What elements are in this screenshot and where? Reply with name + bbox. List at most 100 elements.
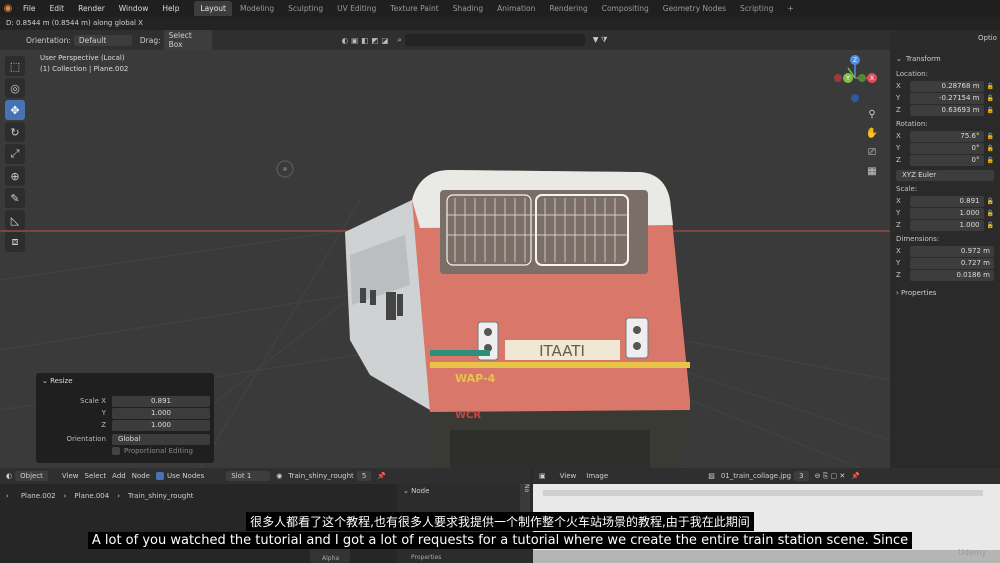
rotation-mode-dropdown[interactable]: XYZ Euler bbox=[896, 169, 994, 181]
tab-animation[interactable]: Animation bbox=[491, 1, 541, 16]
menu-help[interactable]: Help bbox=[155, 0, 186, 17]
tab-shading[interactable]: Shading bbox=[447, 1, 489, 16]
collapse-chevron-icon: ⌄ bbox=[403, 487, 409, 495]
scale-row: Y 1.000 🔓 bbox=[896, 207, 994, 219]
menu-select[interactable]: Select bbox=[85, 472, 107, 480]
tab-sculpting[interactable]: Sculpting bbox=[282, 1, 329, 16]
camera-icon[interactable]: ⎚ bbox=[862, 143, 882, 162]
tab-texture-paint[interactable]: Texture Paint bbox=[384, 1, 444, 16]
select-box-tool-icon[interactable]: ⬚ bbox=[5, 56, 25, 76]
transform-tool-icon[interactable]: ⊕ bbox=[5, 166, 25, 186]
lock-icon[interactable]: 🔓 bbox=[987, 107, 994, 114]
dimensions-value-field[interactable]: 0.972 m bbox=[910, 245, 994, 257]
tab-layout[interactable]: Layout bbox=[194, 1, 232, 16]
orientation-label: Orientation: bbox=[26, 35, 71, 45]
menu-add[interactable]: Add bbox=[112, 472, 126, 480]
resize-header[interactable]: ⌄ Resize bbox=[36, 373, 214, 389]
menu-render[interactable]: Render bbox=[71, 0, 112, 17]
rotation-value-field[interactable]: 0° bbox=[910, 142, 984, 154]
lock-icon[interactable]: 🔓 bbox=[987, 133, 994, 140]
editor-type-icon[interactable]: ◐ bbox=[6, 472, 12, 480]
pan-hand-icon[interactable]: ✋ bbox=[862, 124, 882, 143]
search-icon[interactable]: ⌕ bbox=[398, 35, 402, 45]
pin-icon[interactable]: 📌 bbox=[851, 472, 860, 480]
scale-value-field[interactable]: 1.000 bbox=[910, 219, 984, 231]
editor-type-icon[interactable]: ▣ bbox=[539, 472, 546, 480]
lock-icon[interactable]: 🔓 bbox=[987, 210, 994, 217]
filter-icon[interactable]: ▼ ⧩ bbox=[593, 35, 608, 45]
lock-icon[interactable]: 🔓 bbox=[987, 222, 994, 229]
dimensions-value-field[interactable]: 0.727 m bbox=[910, 257, 994, 269]
breadcrumb-item[interactable]: Plane.004 bbox=[74, 492, 109, 500]
material-users-count[interactable]: 5 bbox=[356, 471, 372, 481]
add-cube-tool-icon[interactable]: ⧈ bbox=[5, 232, 25, 252]
breadcrumb-item[interactable]: Plane.002 bbox=[21, 492, 56, 500]
windscreen bbox=[440, 190, 648, 274]
menu-node[interactable]: Node bbox=[132, 472, 150, 480]
location-value-field[interactable]: 0.28768 m bbox=[910, 80, 984, 92]
lock-icon[interactable]: 🔓 bbox=[987, 83, 994, 90]
lock-icon[interactable]: 🔓 bbox=[987, 157, 994, 164]
rotate-tool-icon[interactable]: ↻ bbox=[5, 122, 25, 142]
breadcrumb-item[interactable]: Train_shiny_rought bbox=[128, 492, 193, 500]
sidebar-tab-node[interactable]: No bbox=[520, 484, 530, 514]
scale-tool-icon[interactable]: ⤢ bbox=[5, 144, 25, 164]
orientation-dropdown[interactable]: Default bbox=[73, 34, 132, 46]
zoom-icon[interactable]: ⚲ bbox=[862, 105, 882, 124]
resize-row: Scale X 0.891 bbox=[40, 395, 210, 407]
pin-icon[interactable]: 📌 bbox=[377, 472, 386, 480]
menu-window[interactable]: Window bbox=[112, 0, 156, 17]
resize-value[interactable]: 1.000 bbox=[112, 407, 210, 419]
lock-icon[interactable]: 🔓 bbox=[987, 95, 994, 102]
proportional-checkbox[interactable] bbox=[112, 447, 120, 455]
menu-view[interactable]: View bbox=[62, 472, 79, 480]
add-workspace-button[interactable]: + bbox=[781, 1, 799, 16]
image-actions-icon[interactable]: ⊖ ⎘ ▢ ✕ bbox=[815, 472, 846, 481]
lock-icon[interactable]: 🔓 bbox=[987, 145, 994, 152]
scale-value-field[interactable]: 1.000 bbox=[910, 207, 984, 219]
lock-icon[interactable]: 🔓 bbox=[987, 198, 994, 205]
image-name[interactable]: 01_train_collage.jpg bbox=[721, 472, 791, 480]
properties-section[interactable]: › Properties bbox=[896, 289, 994, 297]
orientation-dropdown[interactable]: Global bbox=[112, 433, 210, 445]
measure-tool-icon[interactable]: ◺ bbox=[5, 210, 25, 230]
slot-dropdown[interactable]: Slot 1 bbox=[226, 471, 271, 481]
use-nodes-checkbox[interactable]: Use Nodes bbox=[156, 472, 204, 480]
material-name[interactable]: Train_shiny_rought bbox=[288, 472, 353, 480]
tab-uv-editing[interactable]: UV Editing bbox=[331, 1, 382, 16]
tab-geometry-nodes[interactable]: Geometry Nodes bbox=[657, 1, 732, 16]
rotation-value-field[interactable]: 75.6° bbox=[910, 130, 984, 142]
node-sidebar-title[interactable]: ⌄ Node bbox=[397, 484, 530, 498]
tab-rendering[interactable]: Rendering bbox=[543, 1, 593, 16]
move-tool-icon[interactable]: ✥ bbox=[5, 100, 25, 120]
resize-value[interactable]: 0.891 bbox=[112, 395, 210, 407]
menu-image[interactable]: Image bbox=[586, 472, 608, 480]
tab-scripting[interactable]: Scripting bbox=[734, 1, 779, 16]
menu-view[interactable]: View bbox=[560, 472, 577, 480]
search-input[interactable] bbox=[404, 34, 585, 46]
cursor-tool-icon[interactable]: ◎ bbox=[5, 78, 25, 98]
annotate-tool-icon[interactable]: ✎ bbox=[5, 188, 25, 208]
grid-view-icon[interactable]: ▦ bbox=[862, 162, 882, 181]
location-value-field[interactable]: 0.63693 m bbox=[910, 104, 984, 116]
tab-compositing[interactable]: Compositing bbox=[596, 1, 655, 16]
dimensions-value-field[interactable]: 0.0186 m bbox=[910, 269, 994, 281]
blender-logo-icon[interactable]: ◉ bbox=[0, 0, 16, 17]
tab-modeling[interactable]: Modeling bbox=[234, 1, 280, 16]
collapse-chevron-icon[interactable]: ⌄ bbox=[896, 55, 902, 63]
scale-value-field[interactable]: 0.891 bbox=[910, 195, 984, 207]
rotation-value-field[interactable]: 0° bbox=[910, 154, 984, 166]
snap-icons[interactable]: ◐▣◧◩◪ bbox=[342, 36, 392, 45]
top-bar: ◉ File Edit Render Window Help Layout Mo… bbox=[0, 0, 1000, 17]
menu-file[interactable]: File bbox=[16, 0, 43, 17]
operator-status: D: 0.8544 m (0.8544 m) along global X bbox=[0, 17, 1000, 30]
drag-dropdown[interactable]: Select Box bbox=[163, 30, 212, 50]
location-value-field[interactable]: -0.27154 m bbox=[910, 92, 984, 104]
shader-type-dropdown[interactable]: Object bbox=[15, 471, 48, 481]
resize-value[interactable]: 1.000 bbox=[112, 419, 210, 431]
options-tab[interactable]: Optio bbox=[978, 34, 997, 42]
orientation-value: Global bbox=[118, 434, 141, 443]
image-users-count[interactable]: 3 bbox=[794, 471, 809, 481]
viewport-perspective: User Perspective (Local) bbox=[40, 54, 125, 62]
menu-edit[interactable]: Edit bbox=[43, 0, 72, 17]
